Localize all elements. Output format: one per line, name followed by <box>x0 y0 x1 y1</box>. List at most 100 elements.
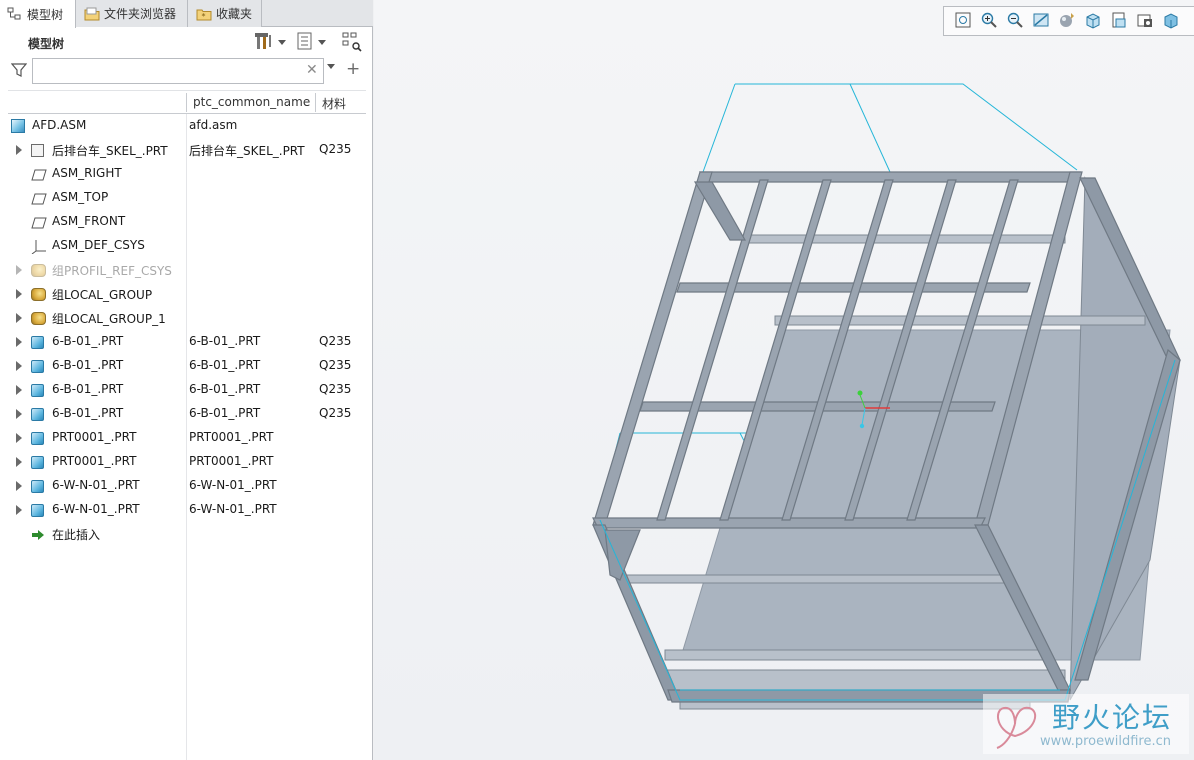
expand-arrow-icon[interactable] <box>16 481 22 491</box>
expand-arrow-icon[interactable] <box>16 361 22 371</box>
appearance-button[interactable] <box>1054 9 1080 33</box>
watermark-url: www.proewildfire.cn <box>1040 734 1171 749</box>
search-input[interactable] <box>32 58 324 84</box>
svg-text:*: * <box>202 12 206 21</box>
tree-row[interactable]: ASM_FRONT <box>8 210 366 234</box>
tree-row[interactable]: PRT0001_.PRT PRT0001_.PRT <box>8 426 366 450</box>
show-button[interactable] <box>296 31 326 53</box>
chevron-down-icon <box>318 39 326 45</box>
tree-row[interactable]: 6-B-01_.PRT 6-B-01_.PRT Q235 <box>8 354 366 378</box>
zoom-out-icon <box>1006 11 1024 32</box>
expand-arrow-icon[interactable] <box>16 145 22 155</box>
chevron-down-icon <box>278 39 286 45</box>
tab-favorites[interactable]: * 收藏夹 <box>188 0 262 27</box>
tree-row[interactable]: ASM_RIGHT <box>8 162 366 186</box>
refit-button[interactable] <box>950 9 976 33</box>
settings-button[interactable] <box>254 31 286 53</box>
tree-row[interactable]: ASM_DEF_CSYS <box>8 234 366 258</box>
repaint-button[interactable] <box>1028 9 1054 33</box>
tree-row[interactable]: 后排台车_SKEL_.PRT 后排台车_SKEL_.PRT Q235 <box>8 138 366 162</box>
column-separator[interactable] <box>186 93 187 112</box>
zoom-in-button[interactable] <box>976 9 1002 33</box>
tree-header: 模型树 <box>0 27 373 57</box>
part-icon <box>31 432 44 445</box>
watermark-title: 野火论坛 <box>1052 701 1173 734</box>
panel-title: 模型树 <box>28 37 65 51</box>
tree-row-root[interactable]: AFD.ASM afd.asm <box>8 114 366 138</box>
expand-arrow-icon[interactable] <box>16 505 22 515</box>
column-header-material[interactable]: 材料 <box>322 95 346 112</box>
zoom-out-button[interactable] <box>1002 9 1028 33</box>
assembly-model-view[interactable] <box>374 0 1194 760</box>
column-separator[interactable] <box>315 93 316 112</box>
tree-row-insert-here[interactable]: 在此插入 <box>8 522 366 546</box>
filter-icon[interactable] <box>10 62 28 78</box>
csys-icon <box>31 238 47 255</box>
expand-arrow-icon[interactable] <box>16 313 22 323</box>
datum-plane-icon <box>31 217 47 233</box>
tree-row[interactable]: ASM_TOP <box>8 186 366 210</box>
tree-row[interactable]: 组LOCAL_GROUP <box>8 282 366 306</box>
zoom-in-icon <box>980 11 998 32</box>
model-tree: AFD.ASM afd.asm 后排台车_SKEL_.PRT 后排台车_SKEL… <box>8 114 366 760</box>
watermark-logo-icon <box>996 706 1037 749</box>
chevron-down-icon[interactable] <box>327 64 335 69</box>
assembly-icon <box>11 119 25 133</box>
datum-plane-icon <box>31 169 47 185</box>
tools-icon <box>254 31 274 54</box>
skeleton-icon <box>31 144 44 157</box>
add-filter-icon[interactable]: + <box>346 59 360 79</box>
display-style-icon <box>1162 11 1180 32</box>
part-icon <box>31 336 44 349</box>
clear-search-icon[interactable]: ✕ <box>306 62 318 78</box>
favorites-icon: * <box>196 7 212 21</box>
part-icon <box>31 384 44 397</box>
refit-icon <box>954 11 972 32</box>
expand-arrow-icon[interactable] <box>16 289 22 299</box>
expand-arrow-icon[interactable] <box>16 433 22 443</box>
datum-plane-icon <box>31 193 47 209</box>
tree-column-header: ptc_common_name 材料 <box>8 90 366 114</box>
column-header-common-name[interactable]: ptc_common_name <box>193 95 310 109</box>
tree-row[interactable]: PRT0001_.PRT PRT0001_.PRT <box>8 450 366 474</box>
group-icon <box>31 312 46 325</box>
tree-row[interactable]: 6-B-01_.PRT 6-B-01_.PRT Q235 <box>8 402 366 426</box>
part-icon <box>31 504 44 517</box>
graphics-toolbar <box>943 6 1194 36</box>
group-icon <box>31 264 46 277</box>
display-style-button[interactable] <box>1158 9 1184 33</box>
folder-browser-icon <box>84 7 100 21</box>
expand-arrow-icon[interactable] <box>16 457 22 467</box>
part-icon <box>31 456 44 469</box>
group-icon <box>31 288 46 301</box>
expand-arrow-icon[interactable] <box>16 409 22 419</box>
tree-row[interactable]: 6-B-01_.PRT 6-B-01_.PRT Q235 <box>8 330 366 354</box>
model-tree-icon <box>7 7 23 21</box>
navigator-tab-strip: 模型树 文件夹浏览器 * 收藏夹 <box>0 0 373 28</box>
appearance-icon <box>1058 11 1076 32</box>
perspective-icon <box>1136 11 1154 32</box>
tree-row[interactable]: 组LOCAL_GROUP_1 <box>8 306 366 330</box>
perspective-button[interactable] <box>1132 9 1158 33</box>
tree-row[interactable]: 6-B-01_.PRT 6-B-01_.PRT Q235 <box>8 378 366 402</box>
part-icon <box>31 360 44 373</box>
expand-arrow-icon[interactable] <box>16 337 22 347</box>
tab-model-tree[interactable]: 模型树 <box>0 0 76 28</box>
view-manager-button[interactable] <box>1106 9 1132 33</box>
tree-row[interactable]: 6-W-N-01_.PRT 6-W-N-01_.PRT <box>8 498 366 522</box>
filter-row: ✕ + <box>0 57 373 85</box>
tree-columns-button[interactable] <box>341 31 363 53</box>
tree-row[interactable]: 6-W-N-01_.PRT 6-W-N-01_.PRT <box>8 474 366 498</box>
part-icon <box>31 480 44 493</box>
model-tree-panel: 模型树 文件夹浏览器 * 收藏夹 模型树 ✕ + ptc_common_name… <box>0 0 373 760</box>
list-icon <box>296 31 314 54</box>
expand-arrow-icon[interactable] <box>16 385 22 395</box>
insert-here-icon <box>31 529 47 545</box>
saved-orientations-icon <box>1084 11 1102 32</box>
saved-orientations-button[interactable] <box>1080 9 1106 33</box>
tree-row[interactable]: 组PROFIL_REF_CSYS <box>8 258 366 282</box>
repaint-icon <box>1032 11 1050 32</box>
expand-arrow-icon[interactable] <box>16 265 22 275</box>
tab-folder-browser[interactable]: 文件夹浏览器 <box>76 0 188 27</box>
view-manager-icon <box>1110 11 1128 32</box>
